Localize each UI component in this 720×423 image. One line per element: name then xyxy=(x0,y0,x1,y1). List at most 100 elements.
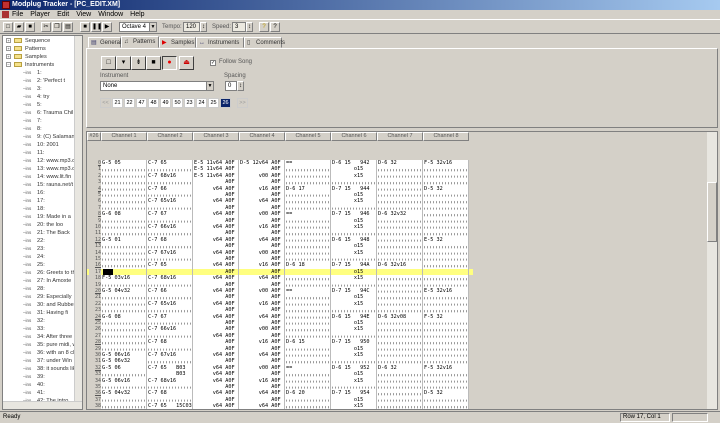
tab-comments[interactable]: ▯ Comments xyxy=(244,37,285,48)
tree-horizontal-scrollbar[interactable] xyxy=(3,401,82,409)
channel-header-1[interactable]: Channel 1 xyxy=(101,132,147,141)
expand-icon[interactable]: − xyxy=(6,62,11,67)
tree-item-instrument[interactable]: –ins 36: with an 8 ch xyxy=(3,349,75,357)
order-item[interactable]: 48 xyxy=(148,98,159,108)
document-icon[interactable] xyxy=(2,11,9,18)
spacing-spinner[interactable]: ↕ xyxy=(237,81,244,91)
prev-order-button[interactable]: << xyxy=(100,98,111,108)
spacing-input[interactable]: 0 xyxy=(225,81,237,91)
stop-button[interactable]: ■ xyxy=(80,22,90,32)
pause-button[interactable]: ❚❚ xyxy=(91,22,102,32)
order-item[interactable]: 47 xyxy=(136,98,147,108)
play-pattern-button[interactable]: ▾ xyxy=(116,56,131,70)
menu-player[interactable]: Player xyxy=(30,11,50,18)
next-order-button[interactable]: >> xyxy=(237,98,248,108)
tree-item-instrument[interactable]: –ins 3: xyxy=(3,85,75,93)
channel-header-5[interactable]: Channel 5 xyxy=(285,132,331,141)
order-item[interactable]: 50 xyxy=(172,98,183,108)
tree-item-instrument[interactable]: –ins 4: try xyxy=(3,93,75,101)
tree-item-instrument[interactable]: –ins 14: www.lit.fin xyxy=(3,173,75,181)
tree-item-instrument[interactable]: –ins 26: Greets to th xyxy=(3,269,75,277)
tree-item-instrument[interactable]: –ins 13: www.mp3.c xyxy=(3,165,75,173)
tree-item-instrument[interactable]: –ins 17: xyxy=(3,197,75,205)
menu-file[interactable]: File xyxy=(12,11,23,18)
speed-spinner[interactable]: ↕ xyxy=(246,22,253,32)
copy-button[interactable]: ❐ xyxy=(52,22,62,32)
paste-button[interactable]: ▤ xyxy=(63,22,73,32)
tree-item-instrument[interactable]: –ins 25: xyxy=(3,261,75,269)
order-item[interactable]: 21 xyxy=(112,98,123,108)
expand-icon[interactable]: + xyxy=(6,38,11,43)
order-item[interactable]: 24 xyxy=(196,98,207,108)
speed-input[interactable]: 3 xyxy=(232,22,246,32)
tree-item-instrument[interactable]: –ins 7: xyxy=(3,117,75,125)
octave-select[interactable]: Octave 4 ▼ xyxy=(119,22,157,32)
tree-item-instrument[interactable]: –ins 8: xyxy=(3,125,75,133)
tree-item-instrument[interactable]: –ins 27: In Amoxte xyxy=(3,277,75,285)
tree-item-instrument[interactable]: –ins 28: xyxy=(3,285,75,293)
pattern-vertical-scrollbar[interactable] xyxy=(707,132,717,409)
tree-item-instrument[interactable]: –ins 20: the loo xyxy=(3,221,75,229)
tree-item-instrument[interactable]: –ins 22: xyxy=(3,237,75,245)
record-button[interactable]: ● xyxy=(162,56,177,70)
menu-view[interactable]: View xyxy=(76,11,91,18)
expand-icon[interactable]: + xyxy=(6,46,11,51)
tree-item-instrument[interactable]: –ins 1: xyxy=(3,69,75,77)
tab-samples[interactable]: ▶ Samples xyxy=(159,37,196,48)
channel-header-8[interactable]: Channel 8 xyxy=(423,132,469,141)
follow-song-checkbox[interactable]: ✓ xyxy=(210,60,216,66)
tree-item-instrument[interactable]: –ins 2: 'Perfect t xyxy=(3,77,75,85)
pattern-cell[interactable]: v64 A0F xyxy=(239,403,285,409)
pattern-cell[interactable] xyxy=(377,403,423,409)
context-help-icon[interactable]: ? xyxy=(270,22,280,32)
pattern-row[interactable]: 38 C-7 65 15C03 v64 A0F v64 A0F x15 xyxy=(87,403,473,409)
channel-header-6[interactable]: Channel 6 xyxy=(331,132,377,141)
order-item[interactable]: 23 xyxy=(184,98,195,108)
pattern-properties-button[interactable]: ⏏ xyxy=(179,56,194,70)
order-item[interactable]: 25 xyxy=(208,98,219,108)
pattern-cell[interactable]: x15 xyxy=(331,403,377,409)
tab-general[interactable]: ▤ General xyxy=(88,37,121,48)
menu-window[interactable]: Window xyxy=(98,11,123,18)
tree-item-instrument[interactable]: –ins 11: xyxy=(3,149,75,157)
tree-item-instrument[interactable]: –ins 10: 2001 xyxy=(3,141,75,149)
tree-item-instrument[interactable]: –ins 29: Especially xyxy=(3,293,75,301)
channel-header-2[interactable]: Channel 2 xyxy=(147,132,193,141)
stop-pattern-button[interactable]: ■ xyxy=(146,56,161,70)
save-button[interactable]: ■ xyxy=(25,22,35,32)
order-item[interactable]: 22 xyxy=(124,98,135,108)
tree-item-instrument[interactable]: –ins 23: xyxy=(3,245,75,253)
new-pattern-button[interactable]: □ xyxy=(101,56,116,70)
channel-header-7[interactable]: Channel 7 xyxy=(377,132,423,141)
tree-vertical-scrollbar[interactable] xyxy=(74,36,82,409)
tab-patterns[interactable]: ♫ Patterns xyxy=(121,36,159,48)
channel-header-3[interactable]: Channel 3 xyxy=(193,132,239,141)
tree-item-instrument[interactable]: –ins 39: xyxy=(3,373,75,381)
tree-item-instrument[interactable]: –ins 18: xyxy=(3,205,75,213)
tree-item-instrument[interactable]: –ins 37: under Win xyxy=(3,357,75,365)
pattern-cell[interactable] xyxy=(285,403,331,409)
scrollbar-thumb[interactable] xyxy=(707,182,717,242)
tree-item-instrument[interactable]: –ins 34: After three xyxy=(3,333,75,341)
tree-item-instrument[interactable]: –ins 41: xyxy=(3,389,75,397)
order-item[interactable]: 26 xyxy=(220,98,231,108)
tree-item-instrument[interactable]: –ins 12: www.mp3.c xyxy=(3,157,75,165)
play-button[interactable]: ▶ xyxy=(102,22,112,32)
song-tree[interactable]: + Sequence + Patterns + Samples − Instruments –… xyxy=(2,35,83,410)
tree-item-instrument[interactable]: –ins 19: Made in a xyxy=(3,213,75,221)
tree-item-instrument[interactable]: –ins 16: xyxy=(3,189,75,197)
tree-item-instrument[interactable]: –ins 24: xyxy=(3,253,75,261)
order-item[interactable]: 49 xyxy=(160,98,171,108)
tree-item-instrument[interactable]: –ins 38: it sounds lik xyxy=(3,365,75,373)
tree-item-instrument[interactable]: –ins 6: Trauma Chil xyxy=(3,109,75,117)
tempo-spinner[interactable]: ↕ xyxy=(200,22,207,32)
menu-help[interactable]: Help xyxy=(130,11,144,18)
play-row-button[interactable]: ⇟ xyxy=(131,56,146,70)
tree-item-instrument[interactable]: –ins 30: and Rubbe xyxy=(3,301,75,309)
tree-item-instrument[interactable]: –ins 21: The Back xyxy=(3,229,75,237)
pattern-editor[interactable]: #26 Channel 1 Channel 2 Channel 3 Channel 4… xyxy=(86,131,718,410)
about-icon[interactable]: ? xyxy=(259,22,269,32)
new-file-button[interactable]: □ xyxy=(3,22,13,32)
tempo-input[interactable]: 120 xyxy=(183,22,200,32)
pattern-cell[interactable]: C-7 65 15C03 xyxy=(147,403,193,409)
